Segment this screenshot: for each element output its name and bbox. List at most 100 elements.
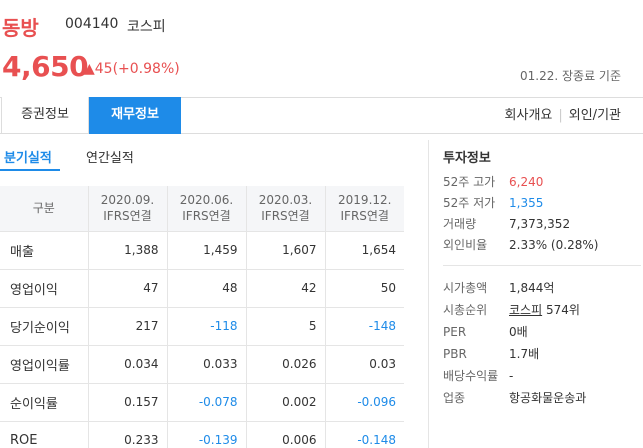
- info-row-industry: 업종 항공화물운송과: [443, 389, 586, 406]
- period-subtabs: 분기실적 연간실적: [0, 140, 405, 174]
- column-header: 2020.06. IFRS연결: [167, 186, 247, 232]
- table-cell: 1,607: [246, 231, 326, 270]
- table-cell: 1,654: [325, 231, 404, 270]
- trade-date: 01.22. 장종료 기준: [520, 69, 621, 83]
- table-cell: -0.096: [325, 383, 404, 422]
- column-period: 2020.03.: [258, 193, 313, 208]
- table-cell: 42: [246, 269, 326, 308]
- table-row: 매출 1,388 1,459 1,607 1,654: [0, 231, 404, 270]
- market-name: 코스피: [127, 19, 166, 35]
- table-row: ROE 0.233 -0.139 0.006 -0.148: [0, 421, 404, 448]
- table-cell: 0.03: [325, 345, 404, 384]
- foreign-institution-link[interactable]: 외인/기관: [569, 108, 621, 123]
- info-value: 6,240: [509, 175, 544, 189]
- info-label: 시가총액: [443, 281, 488, 295]
- price-change: ▲45(+0.98%): [84, 61, 180, 77]
- info-row-52w-high: 52주 고가 6,240: [443, 173, 543, 190]
- active-subtab-underline: [0, 169, 60, 171]
- info-value: 1,355: [509, 196, 544, 210]
- info-row-per: PER 0배: [443, 323, 528, 340]
- info-label: 시총순위: [443, 303, 488, 317]
- info-value: 0배: [509, 325, 528, 339]
- info-label: 배당수익률: [443, 369, 499, 383]
- row-label: 영업이익: [0, 269, 89, 308]
- stock-name[interactable]: 동방: [2, 12, 39, 41]
- tab-stock-info[interactable]: 증권정보: [1, 97, 89, 134]
- info-label: 외인비율: [443, 238, 488, 252]
- table-cell: 0.157: [88, 383, 168, 422]
- table-cell: 48: [167, 269, 247, 308]
- row-label: 영업이익률: [0, 345, 89, 384]
- row-label: 순이익률: [0, 383, 89, 422]
- table-cell: -0.078: [167, 383, 247, 422]
- info-label: 업종: [443, 391, 466, 405]
- right-links: 회사개요 | 외인/기관: [505, 98, 621, 133]
- table-cell: 0.002: [246, 383, 326, 422]
- info-row-pbr: PBR 1.7배: [443, 345, 539, 362]
- row-label: 당기순이익: [0, 307, 89, 346]
- column-standard: IFRS연결: [261, 209, 310, 224]
- column-header: 2019.12. IFRS연결: [325, 186, 404, 232]
- info-label: PER: [443, 325, 467, 339]
- header-label: 구분: [0, 186, 89, 232]
- financial-table: 구분 2020.09. IFRS연결 2020.06. IFRS연결 2020.03…: [0, 186, 404, 448]
- table-header-row: 구분 2020.09. IFRS연결 2020.06. IFRS연결 2020.03…: [0, 186, 404, 232]
- info-row-market-cap: 시가총액 1,844억: [443, 279, 554, 296]
- column-period: 2019.12.: [338, 193, 392, 208]
- subtab-annual[interactable]: 연간실적: [86, 147, 134, 166]
- info-row-52w-low: 52주 저가 1,355: [443, 194, 543, 211]
- table-cell: 0.233: [88, 421, 168, 448]
- info-label: 거래량: [443, 217, 477, 231]
- table-row: 영업이익 47 48 42 50: [0, 269, 404, 308]
- table-row: 영업이익률 0.034 0.033 0.026 0.03: [0, 345, 404, 384]
- stock-header: 동방 004140 코스피 4,650 ▲45(+0.98%) 01.22. 장…: [0, 0, 643, 95]
- market-link[interactable]: 코스피: [509, 303, 542, 317]
- info-row-dividend: 배당수익률 -: [443, 367, 513, 384]
- table-cell: 1,459: [167, 231, 247, 270]
- info-value: 7,373,352: [509, 217, 571, 231]
- company-overview-link[interactable]: 회사개요: [505, 108, 553, 123]
- table-cell: 0.033: [167, 345, 247, 384]
- table-cell: 5: [246, 307, 326, 346]
- info-value: 2.33% (0.28%): [509, 238, 599, 252]
- info-value: 574위: [545, 303, 580, 317]
- table-cell: -118: [167, 307, 247, 346]
- info-label: 52주 고가: [443, 175, 496, 189]
- link-separator: |: [558, 108, 563, 123]
- column-standard: IFRS연결: [182, 209, 231, 224]
- info-value: -: [509, 369, 514, 383]
- info-row-rank: 시총순위 코스피 574위: [443, 301, 580, 318]
- current-price: 4,650: [2, 50, 89, 83]
- column-standard: IFRS연결: [103, 209, 152, 224]
- table-cell: -0.148: [325, 421, 404, 448]
- main-tabbar: 증권정보 재무정보 회사개요 | 외인/기관: [0, 97, 643, 134]
- table-cell: 47: [88, 269, 168, 308]
- subtab-quarterly[interactable]: 분기실적: [4, 147, 52, 166]
- column-header: 2020.03. IFRS연결: [246, 186, 326, 232]
- table-cell: -0.139: [167, 421, 247, 448]
- investment-info-panel: 투자정보 52주 고가 6,240 52주 저가 1,355 거래량 7,373,35…: [428, 140, 643, 448]
- stock-code: 004140: [65, 16, 119, 32]
- tab-finance-info[interactable]: 재무정보: [89, 97, 181, 134]
- info-row-foreign-ratio: 외인비율 2.33% (0.28%): [443, 236, 598, 253]
- table-row: 순이익률 0.157 -0.078 0.002 -0.096: [0, 383, 404, 422]
- info-value: 1,844억: [509, 281, 555, 295]
- industry-link[interactable]: 항공화물운송과: [509, 391, 586, 405]
- table-row: 당기순이익 217 -118 5 -148: [0, 307, 404, 346]
- table-cell: 0.026: [246, 345, 326, 384]
- row-label: ROE: [0, 421, 89, 448]
- table-cell: 0.006: [246, 421, 326, 448]
- table-cell: -148: [325, 307, 404, 346]
- column-period: 2020.09.: [100, 193, 155, 208]
- info-row-volume: 거래량 7,373,352: [443, 215, 570, 232]
- info-value: 1.7배: [509, 347, 540, 361]
- table-cell: 217: [88, 307, 168, 346]
- table-cell: 1,388: [88, 231, 168, 270]
- column-header: 2020.09. IFRS연결: [88, 186, 168, 232]
- info-label: 52주 저가: [443, 196, 496, 210]
- info-label: PBR: [443, 347, 467, 361]
- column-standard: IFRS연결: [340, 209, 389, 224]
- table-cell: 50: [325, 269, 404, 308]
- table-cell: 0.034: [88, 345, 168, 384]
- row-label: 매출: [0, 231, 89, 270]
